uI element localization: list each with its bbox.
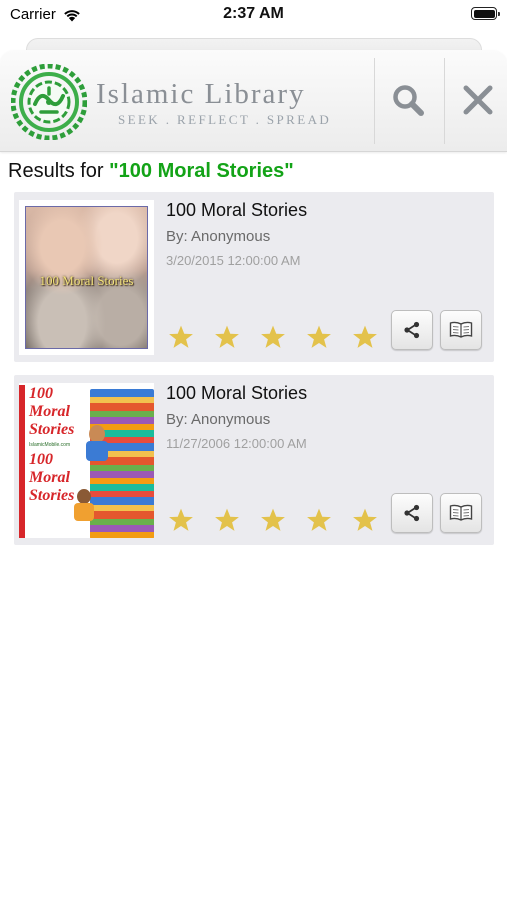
share-button[interactable] <box>391 493 433 533</box>
book-cover[interactable]: 100 Moral Stories IslamicMobile.com 100 … <box>19 383 154 538</box>
open-book-icon <box>449 321 473 338</box>
star-icon <box>169 508 193 531</box>
star-icon <box>261 325 285 348</box>
share-icon <box>404 504 420 522</box>
book-title[interactable]: 100 Moral Stories <box>166 383 307 404</box>
read-button[interactable] <box>440 493 482 533</box>
brand: Islamic Library SEEK . REFLECT . SPREAD <box>96 78 358 128</box>
book-cover-image: 100 Moral Stories <box>25 206 148 349</box>
book-cover-image: 100 Moral Stories IslamicMobile.com 100 … <box>19 385 154 538</box>
star-icon <box>169 325 193 348</box>
book-author: By: Anonymous <box>166 228 271 245</box>
battery-icon <box>471 7 500 20</box>
star-icon <box>307 325 331 348</box>
share-icon <box>404 321 420 339</box>
book-cover-title-b: 100 Moral Stories <box>29 451 75 504</box>
results-label: Results for <box>8 160 104 182</box>
book-title[interactable]: 100 Moral Stories <box>166 200 307 221</box>
result-item[interactable]: 100 Moral Stories 100 Moral Stories By: … <box>14 192 494 362</box>
brand-tagline: SEEK . REFLECT . SPREAD <box>118 112 332 127</box>
read-button[interactable] <box>440 310 482 350</box>
app-header: Islamic Library SEEK . REFLECT . SPREAD <box>0 50 507 152</box>
book-cover-title: 100 Moral Stories <box>39 273 134 288</box>
rating-stars <box>168 507 378 533</box>
book-date: 3/20/2015 12:00:00 AM <box>166 253 301 268</box>
islamic-library-logo <box>11 64 87 140</box>
star-icon <box>307 508 331 531</box>
book-date: 11/27/2006 12:00:00 AM <box>166 436 307 451</box>
rating-stars <box>168 324 378 350</box>
brand-title: Islamic Library <box>96 78 306 110</box>
status-bar: Carrier 2:37 AM <box>0 0 507 30</box>
book-cover-website: IslamicMobile.com <box>29 442 71 448</box>
search-button[interactable] <box>378 70 438 130</box>
star-icon <box>261 508 285 531</box>
book-cover-title-a: 100 Moral Stories <box>29 385 75 438</box>
search-icon <box>393 85 424 116</box>
status-time: 2:37 AM <box>223 5 284 22</box>
star-icon <box>353 508 377 531</box>
close-icon <box>463 85 493 115</box>
header-divider <box>374 58 375 144</box>
share-button[interactable] <box>391 310 433 350</box>
open-book-icon <box>449 504 473 521</box>
result-item[interactable]: 100 Moral Stories IslamicMobile.com 100 … <box>14 375 494 545</box>
close-button[interactable] <box>448 70 507 130</box>
results-query: "100 Moral Stories" <box>109 160 294 182</box>
star-icon <box>215 508 239 531</box>
header-divider <box>444 58 445 144</box>
book-author: By: Anonymous <box>166 411 271 428</box>
star-icon <box>215 325 239 348</box>
results-heading: Results for "100 Moral Stories" <box>8 160 294 183</box>
star-icon <box>353 325 377 348</box>
book-cover[interactable]: 100 Moral Stories <box>19 200 154 355</box>
